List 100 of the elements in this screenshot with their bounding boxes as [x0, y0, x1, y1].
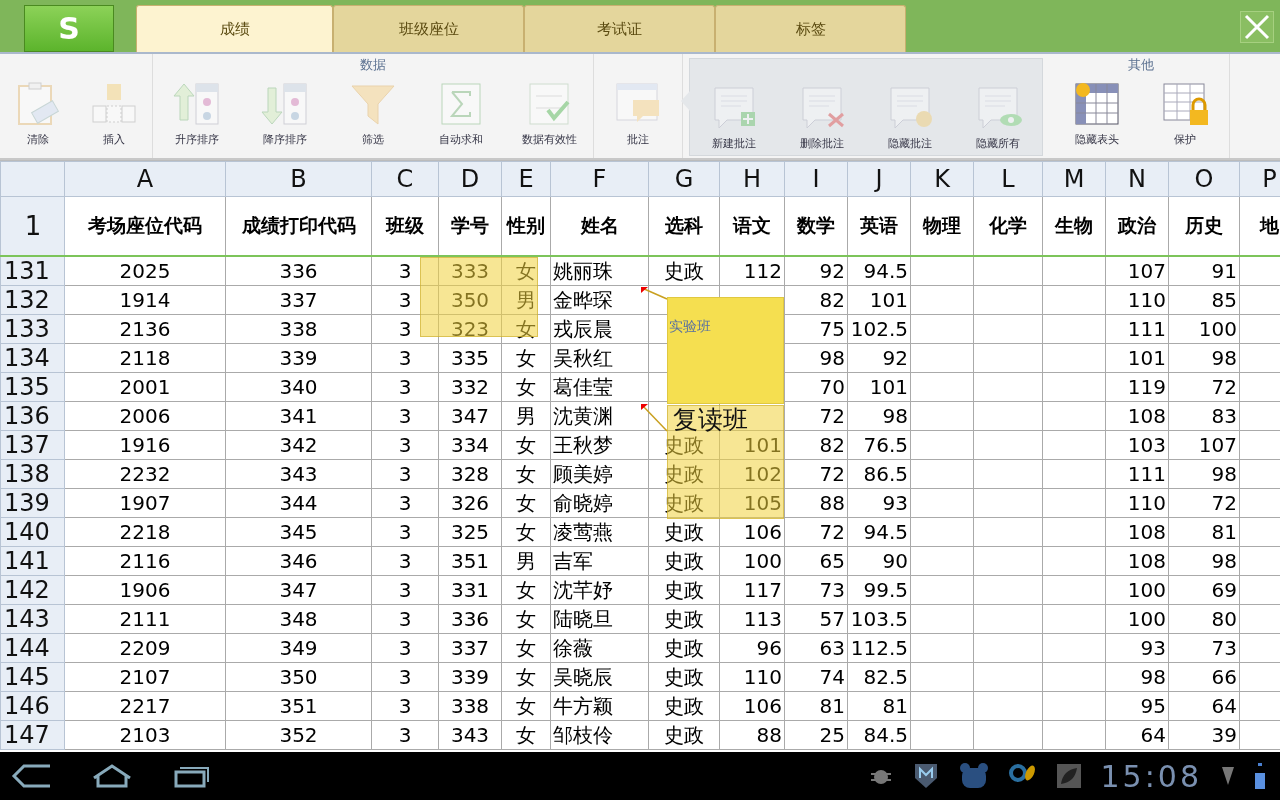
column-header[interactable]: N [1105, 161, 1169, 197]
sheet-tab[interactable]: 成绩 [136, 5, 333, 52]
table-cell: 2111 [64, 604, 226, 634]
table-cell: 2025 [64, 256, 226, 286]
column-header[interactable]: I [784, 161, 848, 197]
row-header[interactable]: 134 [0, 343, 65, 373]
table-cell: 94.5 [847, 517, 911, 547]
row-header[interactable]: 1 [0, 196, 65, 256]
row-header[interactable]: 137 [0, 430, 65, 460]
table-cell: 339 [225, 343, 372, 373]
column-header[interactable]: L [973, 161, 1043, 197]
table-cell: 2103 [64, 720, 226, 750]
comment-leader-line [641, 404, 669, 433]
sheet-tab[interactable]: 班级座位 [333, 5, 524, 52]
table-cell: 100 [719, 546, 785, 576]
toolbar-button[interactable]: 保护 [1141, 76, 1229, 151]
table-cell: 73 [784, 575, 848, 605]
table-cell: 83 [1168, 401, 1240, 431]
table-cell: 90 [847, 546, 911, 576]
row-header[interactable]: 135 [0, 372, 65, 402]
table-cell: 332 [438, 372, 502, 402]
column-header[interactable]: P [1239, 161, 1280, 197]
table-cell: 105 [719, 488, 785, 518]
table-cell: 25 [784, 720, 848, 750]
column-header[interactable]: G [648, 161, 720, 197]
table-cell: 345 [225, 517, 372, 547]
table-header-cell: 政治 [1105, 196, 1169, 256]
leaf-icon[interactable] [1056, 764, 1081, 788]
table-header-cell: 英语 [847, 196, 911, 256]
column-header[interactable]: A [64, 161, 226, 197]
row-header[interactable]: 138 [0, 459, 65, 489]
group-title: 数据 [360, 56, 386, 74]
table-cell: 2232 [64, 459, 226, 489]
row-header[interactable]: 133 [0, 314, 65, 344]
table-cell: 98 [1105, 662, 1169, 692]
table-cell: 119 [1105, 372, 1169, 402]
shield-icon[interactable] [912, 762, 939, 790]
table-cell: 336 [438, 604, 502, 634]
comment-note[interactable]: 实验班 [667, 297, 784, 404]
table-cell: 338 [225, 314, 372, 344]
column-header[interactable]: M [1042, 161, 1106, 197]
table-cell: 81 [847, 691, 911, 721]
table-cell: 女 [501, 372, 551, 402]
table-cell: 92 [784, 256, 848, 286]
table-cell: 350 [225, 662, 372, 692]
table-header-cell: 语文 [719, 196, 785, 256]
table-cell: 2107 [64, 662, 226, 692]
table-cell: 108 [1105, 546, 1169, 576]
row-header[interactable]: 136 [0, 401, 65, 431]
table-header-cell: 成绩打印代码 [225, 196, 372, 256]
column-header[interactable]: F [550, 161, 649, 197]
sheet-tab[interactable]: 考试证 [524, 5, 715, 52]
column-header[interactable]: H [719, 161, 785, 197]
table-cell: 陆晓旦 [550, 604, 649, 634]
table-cell: 337 [438, 633, 502, 663]
comment-note[interactable] [420, 257, 538, 337]
column-header[interactable]: J [847, 161, 911, 197]
table-header-cell: 考场座位代码 [64, 196, 226, 256]
row-header[interactable]: 142 [0, 575, 65, 605]
column-header[interactable]: E [501, 161, 551, 197]
row-header[interactable]: 140 [0, 517, 65, 547]
table-header-cell: 化学 [973, 196, 1043, 256]
column-header[interactable]: O [1168, 161, 1240, 197]
table-cell: 95 [1105, 691, 1169, 721]
table-cell: 3 [371, 459, 439, 489]
row-header[interactable]: 131 [0, 256, 65, 286]
table-cell: 335 [438, 343, 502, 373]
table-header-cell: 选科 [648, 196, 720, 256]
row-header[interactable]: 147 [0, 720, 65, 750]
row-header[interactable]: 132 [0, 285, 65, 315]
toolbar-button[interactable]: 隐藏表头 [1053, 76, 1141, 151]
table-cell: 99.5 [847, 575, 911, 605]
battery-icon [1254, 763, 1266, 789]
row-header[interactable]: 146 [0, 691, 65, 721]
row-header[interactable]: 145 [0, 662, 65, 692]
table-cell: 1906 [64, 575, 226, 605]
table-cell: 344 [225, 488, 372, 518]
table-cell: 1914 [64, 285, 226, 315]
table-cell: 101 [1105, 343, 1169, 373]
column-header[interactable]: K [910, 161, 974, 197]
row-header[interactable]: 139 [0, 488, 65, 518]
table-cell: 72 [784, 517, 848, 547]
table-cell: 69 [1168, 575, 1240, 605]
column-header[interactable]: B [225, 161, 372, 197]
table-cell: 323 [438, 314, 502, 344]
table-cell: 戎辰晨 [550, 314, 649, 344]
column-header[interactable]: D [438, 161, 502, 197]
table-cell: 57 [784, 604, 848, 634]
table-cell: 94.5 [847, 256, 911, 286]
row-header[interactable]: 143 [0, 604, 65, 634]
table-cell: 348 [225, 604, 372, 634]
table-cell: 男 [501, 285, 551, 315]
column-header[interactable]: C [371, 161, 439, 197]
table-cell: 351 [438, 546, 502, 576]
row-header[interactable]: 141 [0, 546, 65, 576]
sheet-tab[interactable]: 标签 [715, 5, 906, 52]
table-cell: 史政 [648, 575, 720, 605]
table-cell: 347 [438, 401, 502, 431]
row-header[interactable]: 144 [0, 633, 65, 663]
table-cell: 史政 [648, 633, 720, 663]
